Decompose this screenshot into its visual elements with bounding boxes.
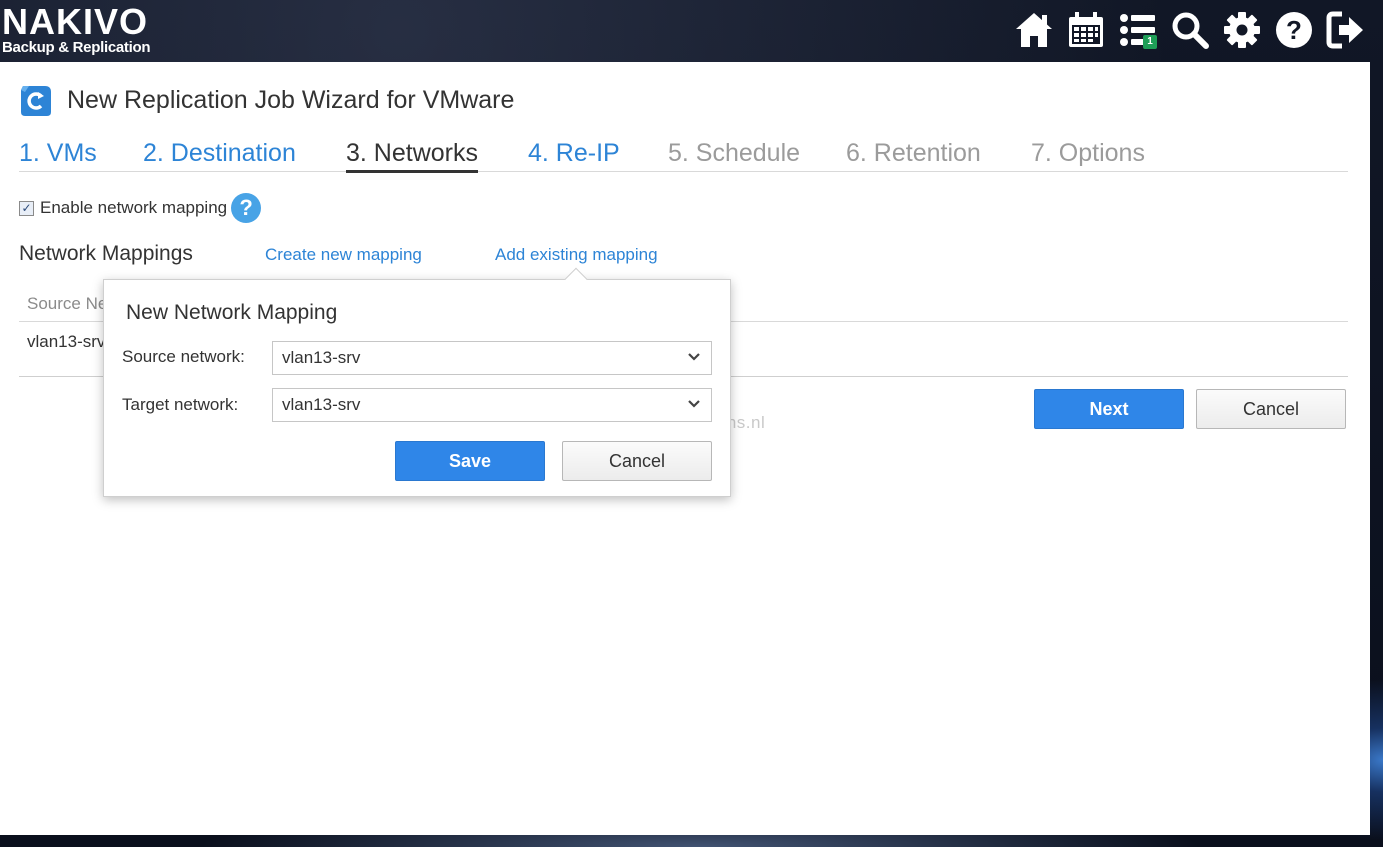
popup-cancel-button[interactable]: Cancel	[562, 441, 712, 481]
job-list-icon[interactable]: 1	[1117, 9, 1159, 51]
enable-mapping-label[interactable]: Enable network mapping	[40, 198, 227, 218]
step-re-ip[interactable]: 4. Re-IP	[528, 138, 620, 168]
help-icon[interactable]: ?	[1273, 9, 1315, 51]
source-network-column-header[interactable]: Source Ne	[27, 294, 107, 314]
wizard-panel: New Replication Job Wizard for VMware 1.…	[0, 62, 1370, 835]
target-network-label: Target network:	[122, 395, 239, 414]
gear-icon[interactable]	[1221, 9, 1263, 51]
step-options: 7. Options	[1031, 139, 1145, 167]
enable-mapping-row: ✓ Enable network mapping ?	[19, 192, 262, 224]
nakivo-logo[interactable]: NAKIVO Backup & Replication	[2, 1, 151, 56]
new-network-mapping-popup: New Network Mapping Source network: vlan…	[103, 267, 731, 497]
top-bar: NAKIVO Backup & Replication 1 ?	[0, 0, 1383, 62]
logo-sub-text: Backup & Replication	[2, 39, 151, 56]
calendar-icon[interactable]	[1065, 9, 1107, 51]
wizard-steps: 1. VMs 2. Destination 3. Networks 4. Re-…	[19, 134, 1348, 173]
search-icon[interactable]	[1169, 9, 1211, 51]
job-count-badge: 1	[1143, 35, 1157, 49]
target-network-select[interactable]: vlan13-srv	[272, 388, 712, 422]
next-button[interactable]: Next	[1034, 389, 1184, 429]
step-retention: 6. Retention	[846, 139, 981, 167]
network-mappings-title: Network Mappings	[19, 242, 193, 265]
source-network-label: Source network:	[122, 347, 245, 366]
step-networks[interactable]: 3. Networks	[346, 138, 478, 173]
top-icon-bar: 1 ?	[1013, 8, 1367, 52]
source-network-select[interactable]: vlan13-srv	[272, 341, 712, 375]
step-schedule: 5. Schedule	[668, 139, 801, 167]
create-new-mapping-link[interactable]: Create new mapping	[265, 245, 422, 265]
target-network-value: vlan13-srv	[282, 395, 361, 414]
home-icon[interactable]	[1013, 9, 1055, 51]
popup-pointer	[564, 267, 588, 291]
logout-icon[interactable]	[1325, 9, 1367, 51]
wizard-header: New Replication Job Wizard for VMware	[19, 82, 514, 118]
replication-icon	[21, 86, 51, 116]
svg-text:?: ?	[1286, 15, 1302, 45]
chevron-down-icon	[688, 400, 700, 408]
cancel-button[interactable]: Cancel	[1196, 389, 1346, 429]
step-destination[interactable]: 2. Destination	[143, 138, 296, 168]
add-existing-mapping-link[interactable]: Add existing mapping	[495, 245, 658, 265]
step-vms[interactable]: 1. VMs	[19, 138, 97, 168]
table-row[interactable]: vlan13-srv	[27, 332, 105, 352]
enable-mapping-checkbox[interactable]: ✓	[19, 200, 34, 216]
question-help-icon[interactable]: ?	[231, 193, 262, 223]
chevron-down-icon	[688, 353, 700, 361]
wizard-title: New Replication Job Wizard for VMware	[67, 85, 515, 114]
save-button[interactable]: Save	[395, 441, 545, 481]
popup-title: New Network Mapping	[126, 301, 338, 324]
source-network-value: vlan13-srv	[282, 348, 361, 367]
logo-main-text: NAKIVO	[2, 1, 149, 42]
